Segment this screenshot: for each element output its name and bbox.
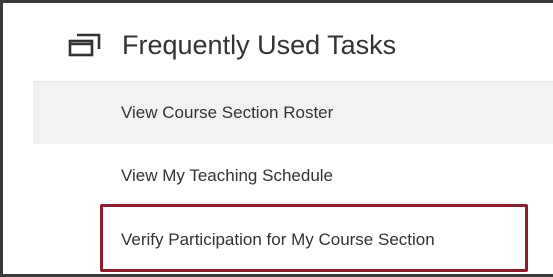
- task-label: View Course Section Roster: [121, 103, 334, 122]
- frequently-used-tasks-panel: Frequently Used Tasks View Course Sectio…: [3, 3, 553, 274]
- panel-title: Frequently Used Tasks: [122, 30, 397, 60]
- task-verify-participation[interactable]: Verify Participation for My Course Secti…: [33, 209, 553, 271]
- task-label: View My Teaching Schedule: [121, 166, 334, 185]
- task-view-my-teaching-schedule[interactable]: View My Teaching Schedule: [33, 145, 553, 207]
- window-stack-icon: [68, 33, 102, 57]
- task-view-course-section-roster[interactable]: View Course Section Roster: [33, 82, 553, 144]
- task-label: Verify Participation for My Course Secti…: [121, 230, 435, 249]
- panel-header: Frequently Used Tasks: [3, 3, 553, 81]
